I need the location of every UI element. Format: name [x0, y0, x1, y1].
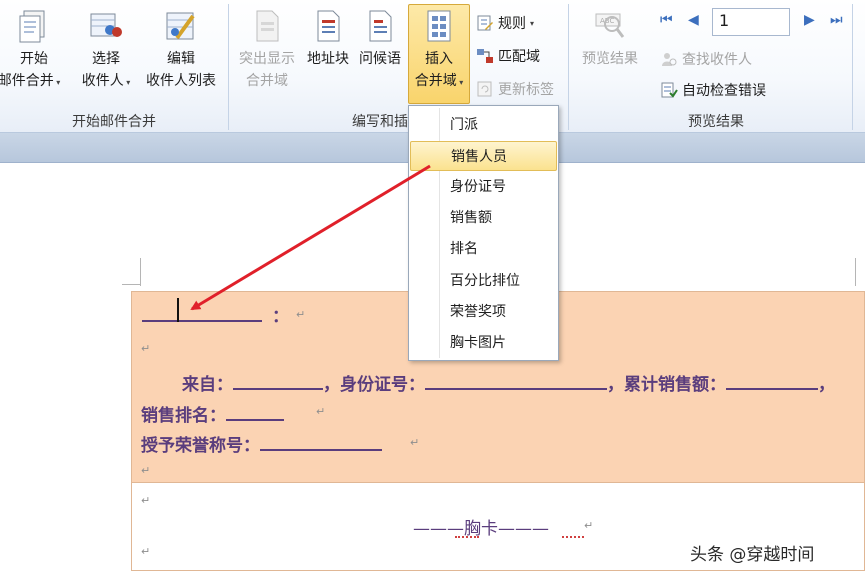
- arrow-line: [190, 164, 431, 311]
- watermark: 头条 @穿越时间: [690, 545, 815, 565]
- annotation-arrow: [190, 164, 431, 311]
